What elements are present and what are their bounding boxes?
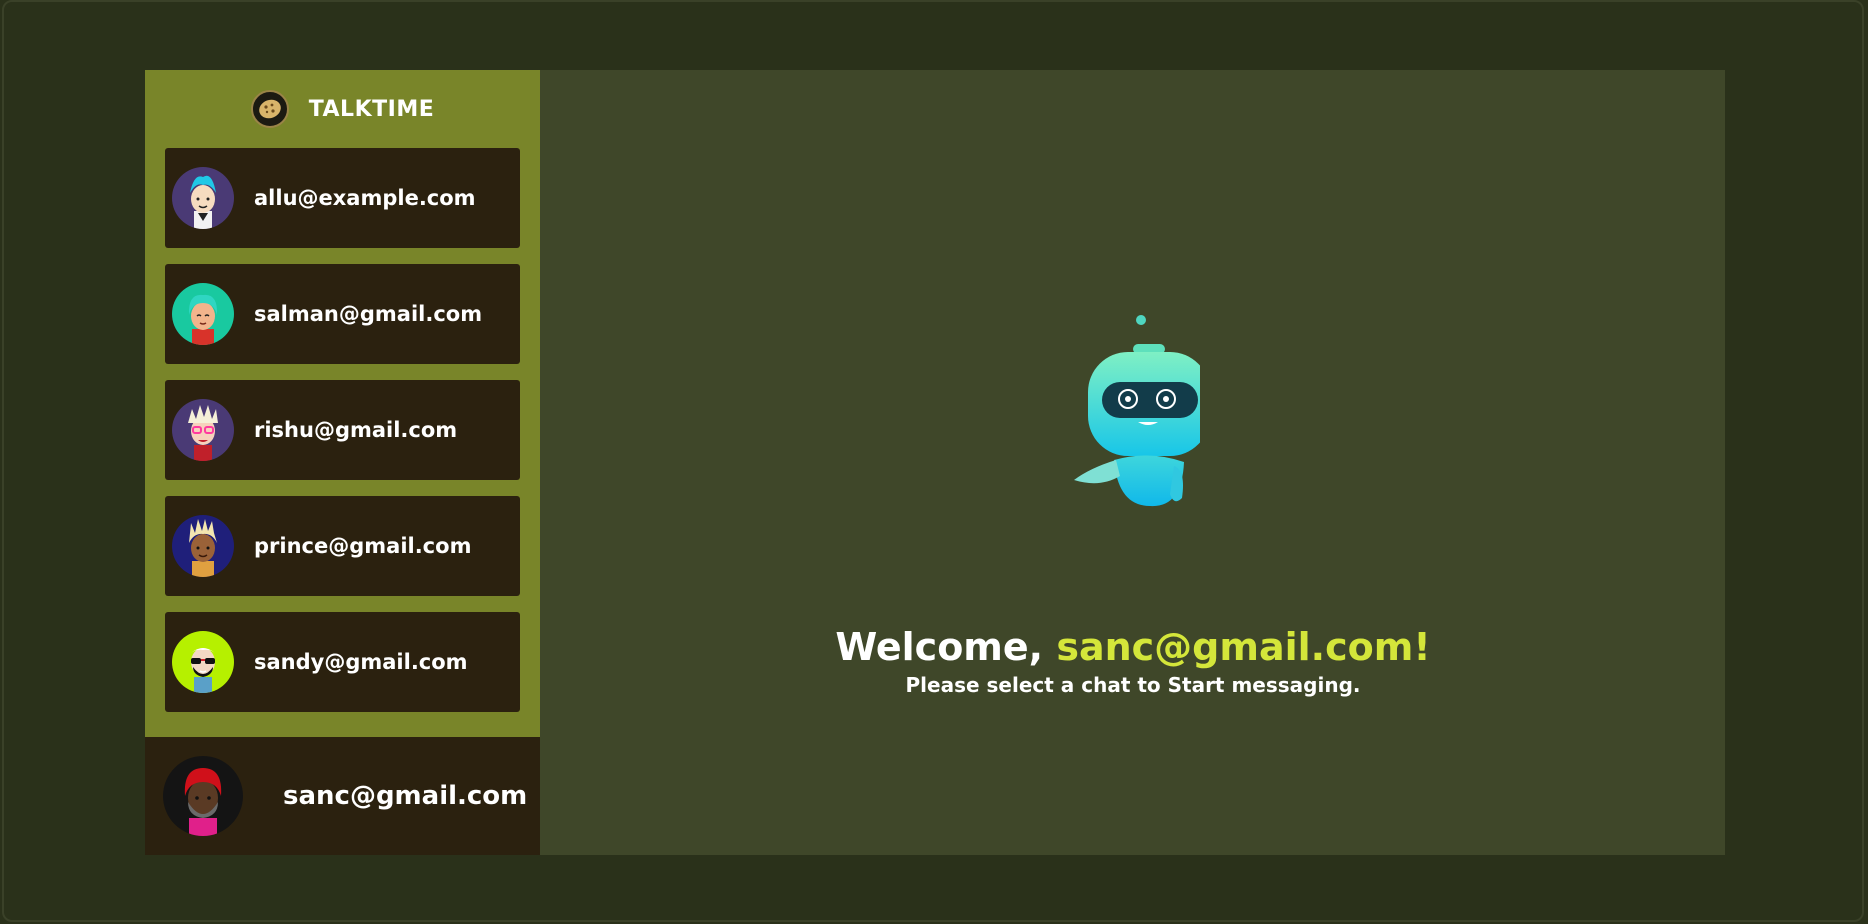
cookie-logo-icon: [250, 90, 289, 128]
contact-item[interactable]: prince@gmail.com: [165, 496, 520, 596]
contact-email: salman@gmail.com: [254, 302, 483, 326]
contact-item[interactable]: sandy@gmail.com: [165, 612, 520, 712]
contact-item[interactable]: allu@example.com: [165, 148, 520, 248]
welcome-subtitle: Please select a chat to Start messaging.: [905, 673, 1361, 697]
avatar-sunglasses: [172, 631, 234, 693]
current-user-panel: sanc@gmail.com: [145, 737, 540, 855]
contact-email: allu@example.com: [254, 186, 476, 210]
contact-email: prince@gmail.com: [254, 534, 472, 558]
brand-header: TALKTIME: [145, 70, 540, 148]
app-title: TALKTIME: [308, 96, 435, 122]
avatar-red-hair: [163, 756, 243, 836]
welcome-greeting: Welcome,: [835, 625, 1057, 669]
contact-email: rishu@gmail.com: [254, 418, 458, 442]
current-user-email: sanc@gmail.com: [283, 781, 528, 811]
welcome-user-email: sanc@gmail.com!: [1056, 625, 1431, 669]
chat-app: TALKTIME allu@example.com salman@gmail.c…: [145, 70, 1725, 855]
avatar-pink-glasses: [172, 399, 234, 461]
avatar-teal-hair: [172, 283, 234, 345]
avatar-dreadlocks: [172, 515, 234, 577]
contact-item[interactable]: salman@gmail.com: [165, 264, 520, 364]
sidebar: TALKTIME allu@example.com salman@gmail.c…: [145, 70, 540, 855]
contact-list: allu@example.com salman@gmail.com rishu@…: [145, 148, 540, 712]
robot-icon: [1070, 310, 1210, 510]
avatar-blue-hair: [172, 167, 234, 229]
contact-item[interactable]: rishu@gmail.com: [165, 380, 520, 480]
welcome-heading: Welcome, sanc@gmail.com!: [540, 625, 1726, 669]
welcome-message: Welcome, sanc@gmail.com! Please select a…: [540, 625, 1726, 697]
chat-area: Welcome, sanc@gmail.com! Please select a…: [540, 70, 1725, 855]
contact-email: sandy@gmail.com: [254, 650, 468, 674]
